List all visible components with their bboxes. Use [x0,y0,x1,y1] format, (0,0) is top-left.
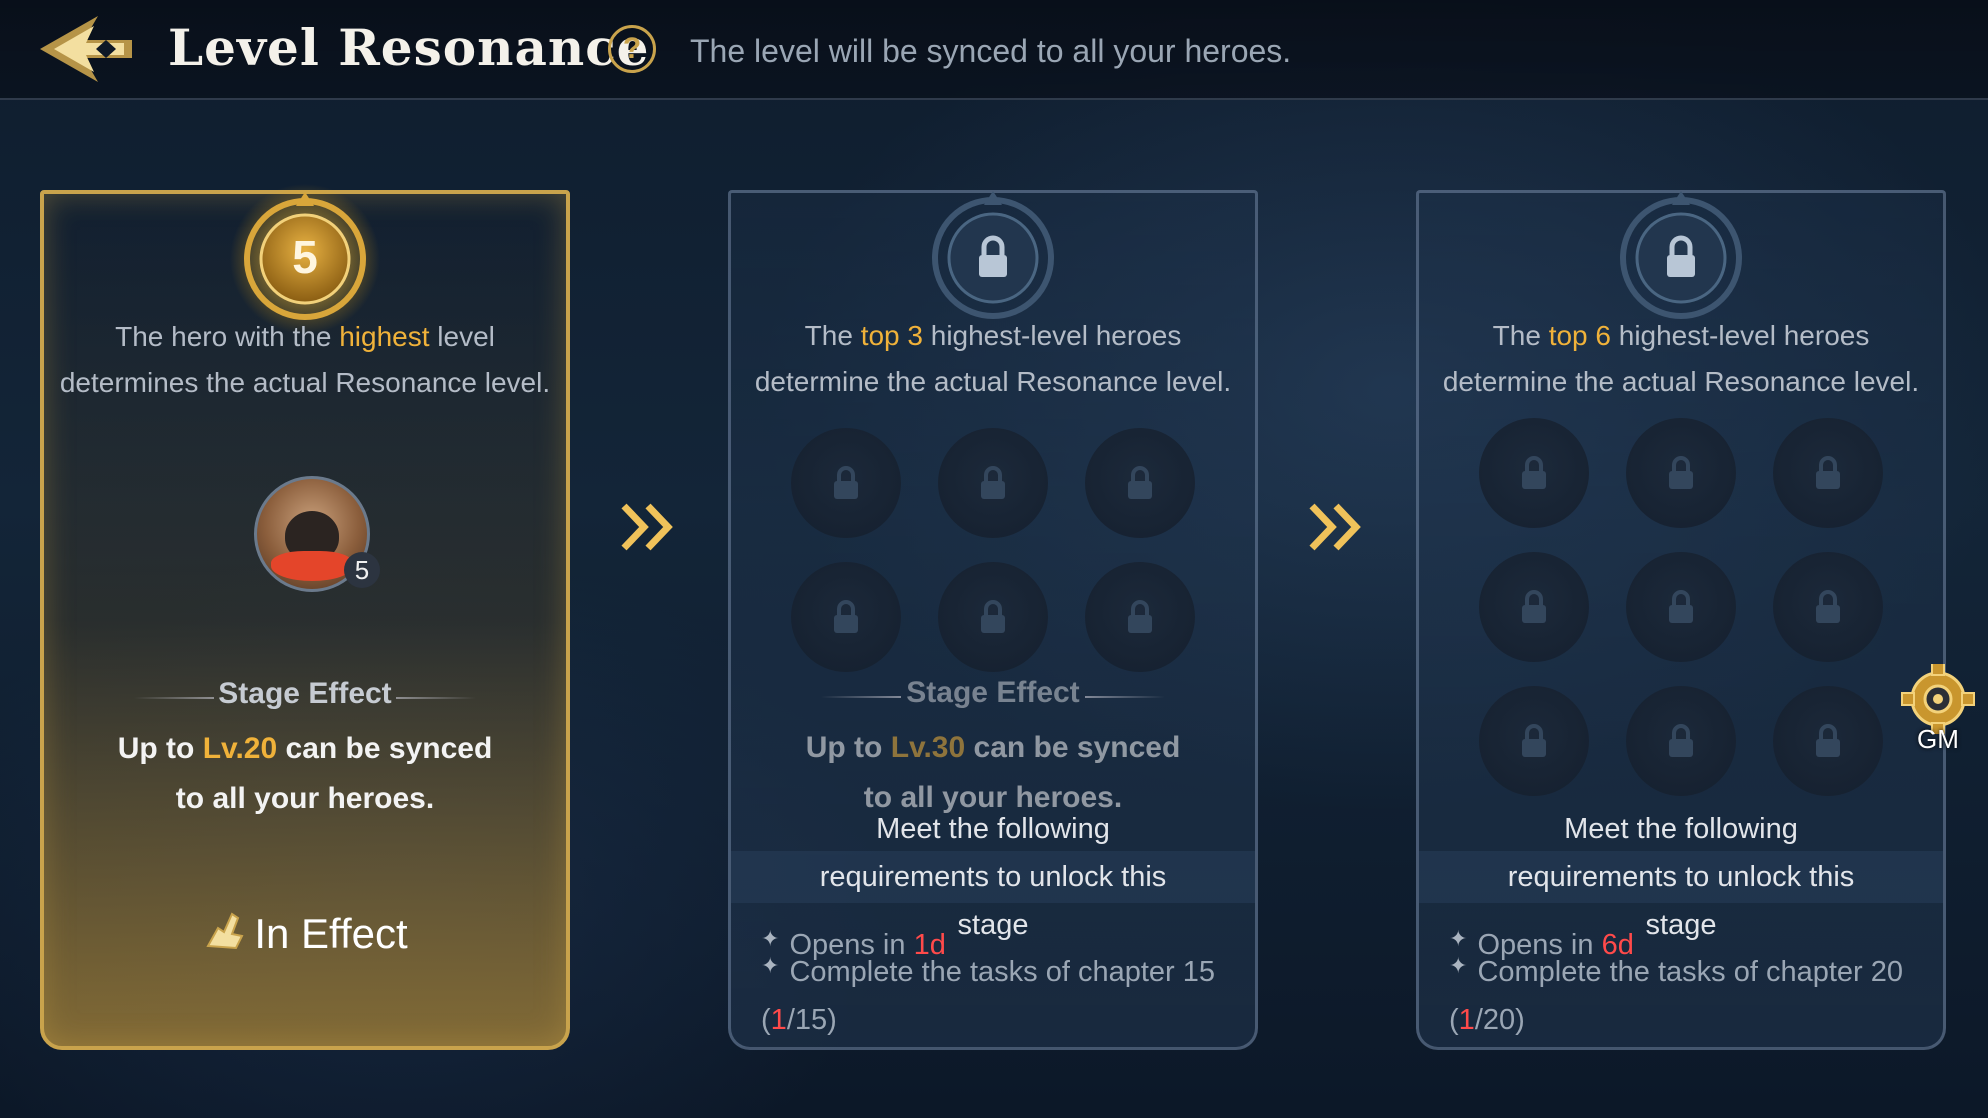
lock-icon [1522,456,1546,489]
locked-slot [1626,552,1736,662]
lock-icon [1669,456,1693,489]
desc-text: The [804,320,861,351]
req-text: Meet the following [1564,813,1798,845]
hero-scarf [271,551,353,581]
desc-text: level [429,321,495,352]
effect-text: can be synced [965,731,1181,764]
req-text: requirements to unlock this [819,861,1167,893]
help-icon[interactable]: ? [608,25,656,73]
back-arrow-icon[interactable] [36,10,146,88]
sparkle-icon: ✦ [761,926,780,951]
condition-chapter-tasks: ✦ Complete the tasks of chapter 15 (1/15) [761,953,1216,1036]
req-text: stage [1645,909,1717,941]
page-subtitle: The level will be synced to all your her… [690,33,1292,69]
lock-icon [1669,724,1693,757]
gm-button[interactable]: GM [1898,662,1978,754]
locked-slot [938,428,1048,538]
lock-badge-icon [932,191,1054,319]
locked-slot [1773,686,1883,796]
req-text: stage [957,909,1029,941]
stage-description: The hero with the highest level determin… [44,314,566,406]
effect-text: Up to [117,732,203,765]
unlock-requirements: Meet the following requirements to unloc… [1419,805,1943,949]
locked-slot [1085,428,1195,538]
lock-icon [834,600,858,633]
locked-slot [1626,418,1736,528]
lock-icon [1128,600,1152,633]
effect-level: Lv.20 [202,732,278,765]
effect-text: Up to [805,731,891,764]
stage-effect-text: Up to Lv.20 can be synced to all your he… [44,724,566,824]
unlock-requirements: Meet the following requirements to unloc… [731,805,1255,949]
desc-highlight: highest [339,321,430,352]
lock-icon [1816,590,1840,623]
locked-slot [1626,686,1736,796]
gm-label: GM [1917,724,1959,754]
sparkle-icon: ✦ [1449,953,1468,978]
desc-text: highest-level heroes [922,320,1182,351]
lock-icon [1128,466,1152,499]
locked-slot [1085,562,1195,672]
double-chevron-right-icon [1309,503,1361,551]
effect-text: can be synced [277,732,493,765]
desc-text: highest-level heroes [1610,320,1870,351]
lock-icon [1522,590,1546,623]
effect-text: to all your heroes. [175,782,435,815]
lock-icon [1816,724,1840,757]
top-bar: Level Resonance ? The level will be sync… [0,0,1988,100]
locked-slot [938,562,1048,672]
cond-progress-current: 1 [770,1004,787,1036]
cond-progress-current: 1 [1458,1004,1475,1036]
desc-text: determine the actual Resonance level. [1442,366,1920,397]
lock-icon [1522,724,1546,757]
double-chevron-right-icon [621,503,673,551]
status-text: In Effect [254,910,408,957]
lock-icon [981,466,1005,499]
req-text: Meet the following [876,813,1110,845]
cond-progress-total: /15 [786,1004,828,1036]
lock-icon [981,600,1005,633]
effect-level: Lv.30 [890,731,966,764]
stage-card-1[interactable]: 5 The hero with the highest level determ… [40,184,570,1050]
desc-text: determine the actual Resonance level. [754,366,1232,397]
check-hand-icon [202,906,248,962]
lock-icon [1669,590,1693,623]
cond-text: Complete the tasks of chapter 15 [789,956,1216,988]
sparkle-icon: ✦ [1449,926,1468,951]
lock-icon [834,466,858,499]
hero-level-badge: 5 [344,552,380,588]
stage-description: The top 3 highest-level heroes determine… [731,313,1255,405]
locked-slot [1479,552,1589,662]
locked-slot [1773,552,1883,662]
locked-slot [1479,418,1589,528]
cond-text: Complete the tasks of chapter 20 [1477,956,1904,988]
in-effect-status: In Effect [44,906,566,962]
condition-chapter-tasks: ✦ Complete the tasks of chapter 20 (1/20) [1449,953,1904,1036]
level-badge-number: 5 [292,231,318,283]
desc-text: determines the actual Resonance level. [59,367,551,398]
desc-text: The hero with the [115,321,340,352]
locked-slot [791,562,901,672]
cond-progress-total: /20 [1474,1004,1516,1036]
sparkle-icon: ✦ [761,953,780,978]
stage-card-2[interactable]: The top 3 highest-level heroes determine… [728,190,1258,1050]
desc-text: The [1492,320,1549,351]
stage-effect-label: Stage Effect [218,677,392,710]
locked-slot [1773,418,1883,528]
stage-effect-label: Stage Effect [906,676,1080,709]
req-text: requirements to unlock this [1507,861,1855,893]
desc-highlight: top 3 [860,320,923,351]
page-title: Level Resonance [168,18,650,77]
stage-description: The top 6 highest-level heroes determine… [1419,313,1943,405]
lock-badge-icon [1620,191,1742,319]
lock-icon [1816,456,1840,489]
locked-slot [791,428,901,538]
locked-slot [1479,686,1589,796]
desc-highlight: top 6 [1548,320,1611,351]
stage-card-3[interactable]: The top 6 highest-level heroes determine… [1416,190,1946,1050]
